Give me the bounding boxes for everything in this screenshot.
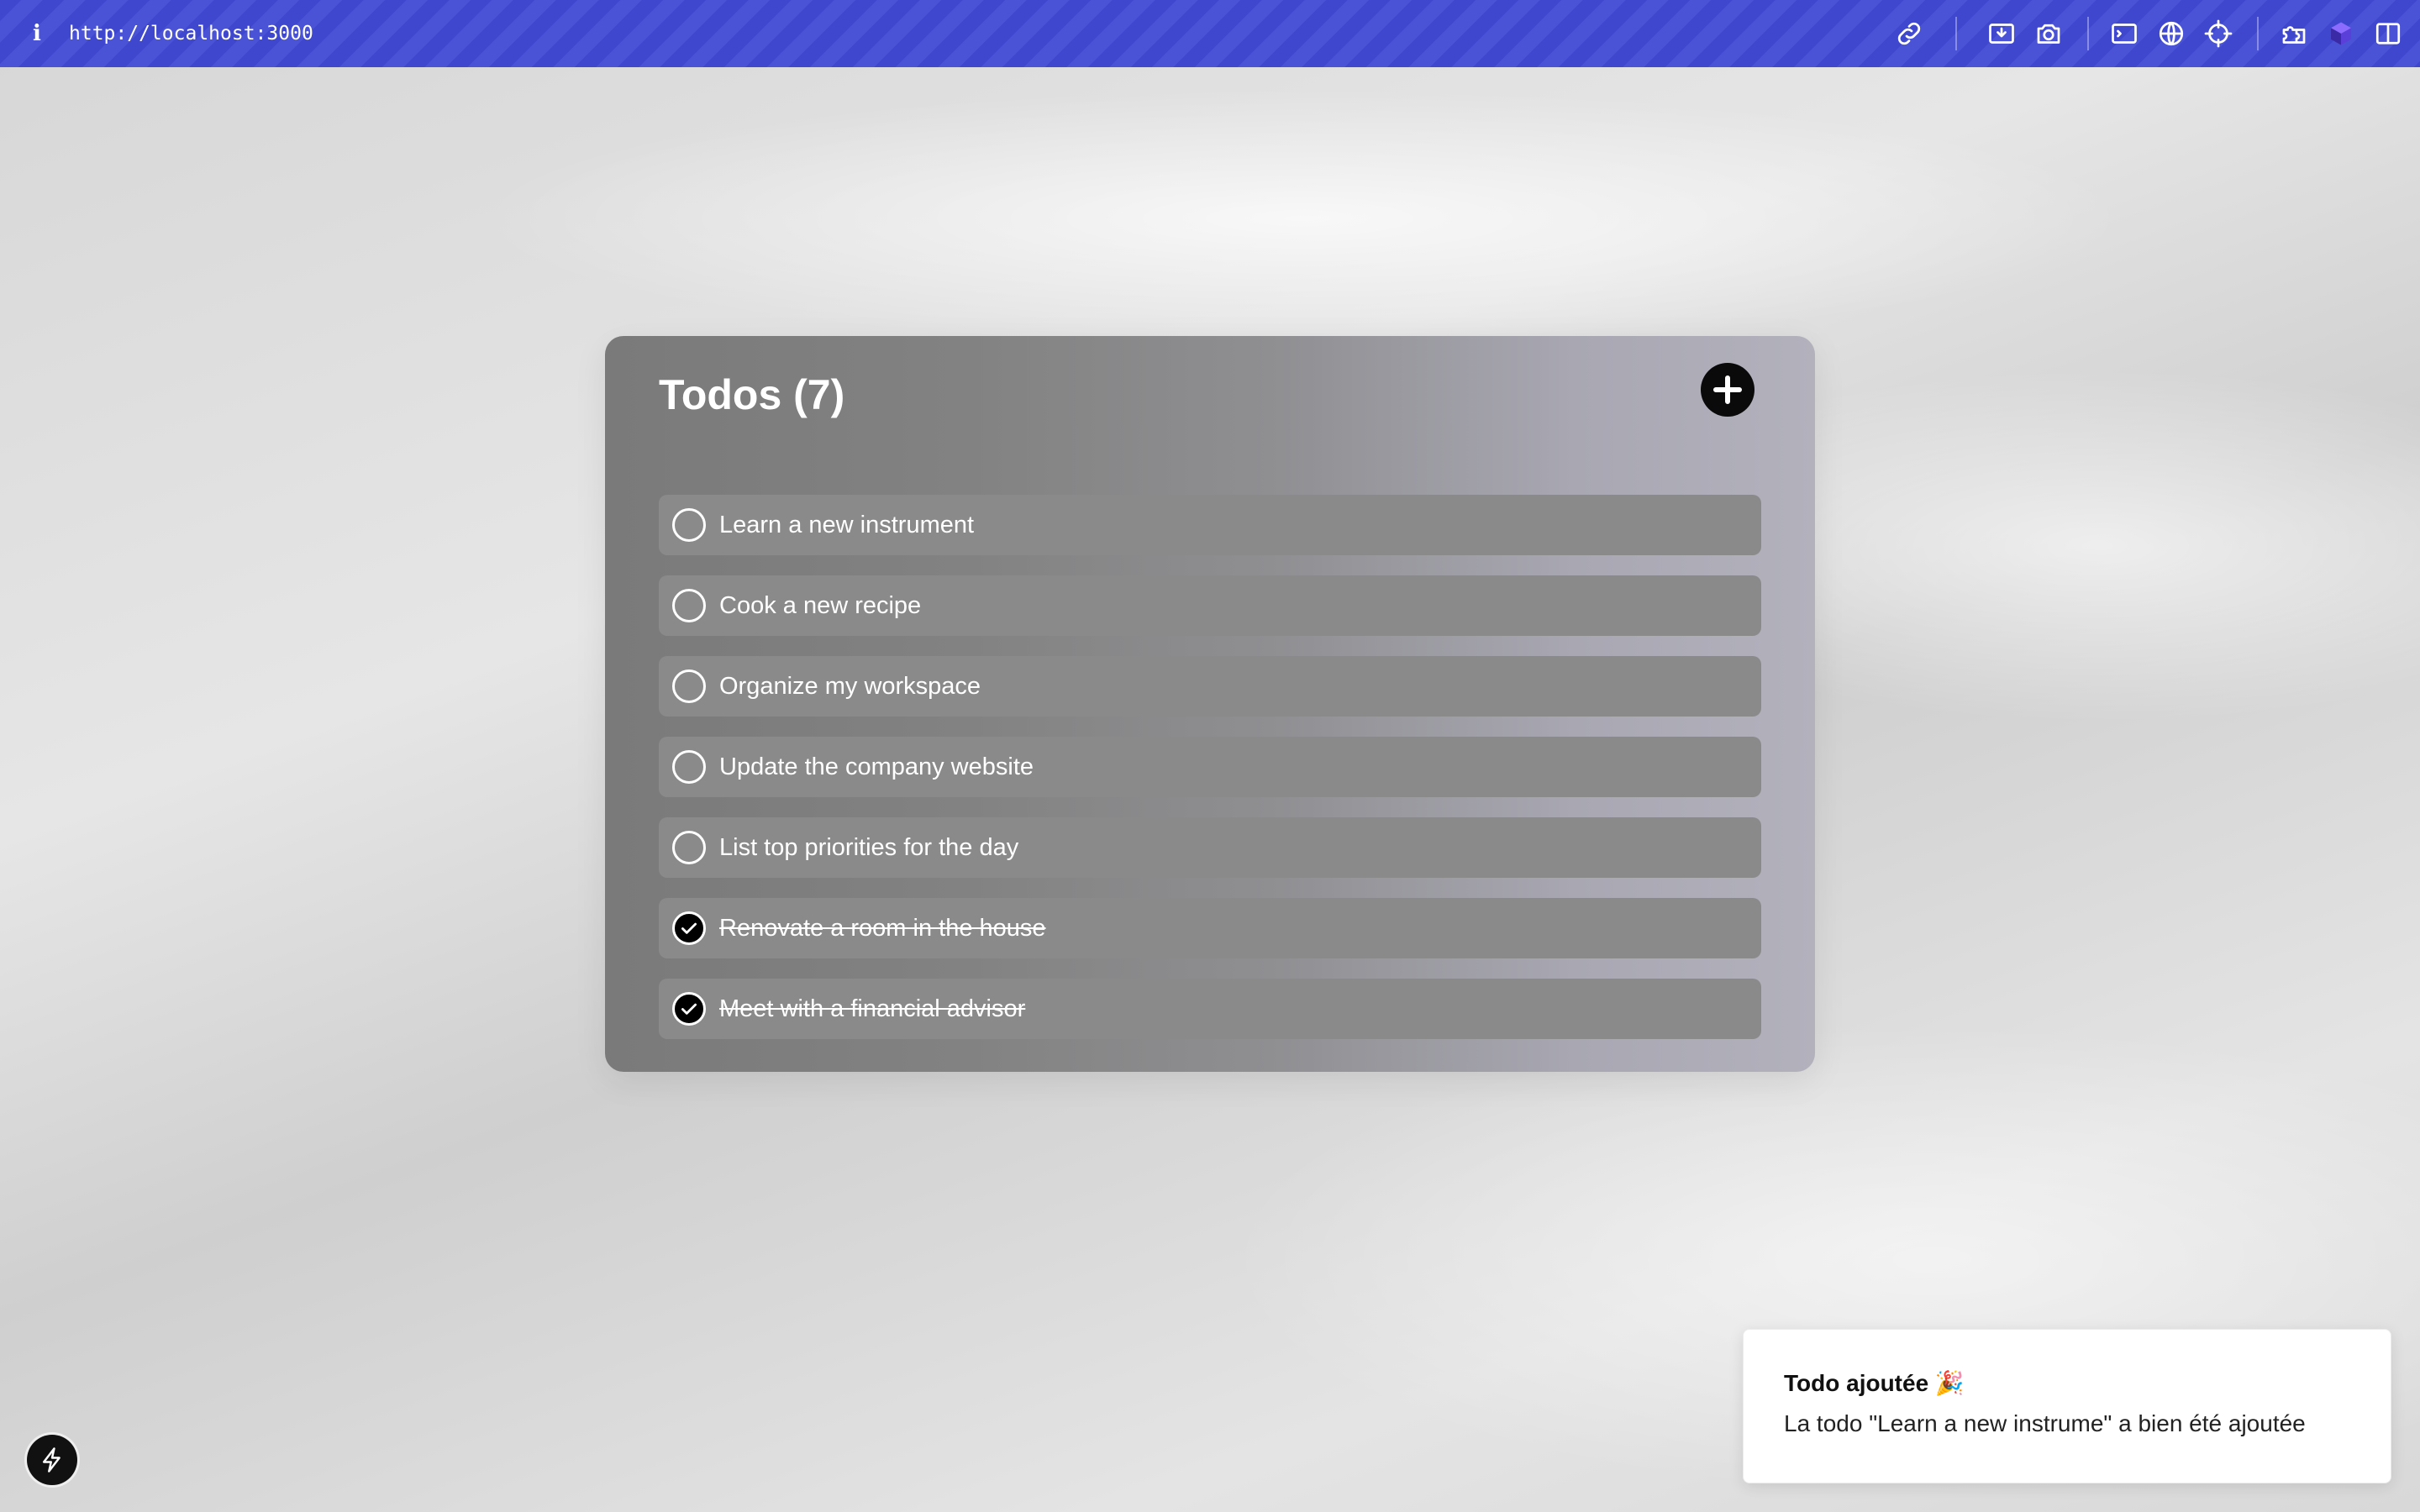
crosshair-icon[interactable] (2203, 18, 2233, 49)
link-icon[interactable] (1894, 18, 1924, 49)
toolbar-divider (1955, 17, 1957, 50)
page-title: Todos (7) (659, 371, 845, 418)
todo-text: Organize my workspace (719, 673, 981, 700)
todo-item[interactable]: Meet with a financial advisor (659, 979, 1761, 1039)
todo-item[interactable]: Update the company website (659, 737, 1761, 797)
unchecked-checkbox[interactable] (672, 589, 706, 622)
checkmark-icon (681, 1003, 697, 1015)
toast-title: Todo ajoutée 🎉 (1784, 1370, 1965, 1396)
checked-checkbox[interactable] (672, 992, 706, 1026)
todo-text: Cook a new recipe (719, 592, 922, 619)
checkmark-icon (681, 922, 697, 934)
globe-icon[interactable] (2156, 18, 2186, 49)
todo-card: Todos (7) Learn a new instrument Cook a n… (605, 336, 1815, 1072)
cube-icon[interactable] (2326, 18, 2356, 49)
todo-list: Learn a new instrument Cook a new recipe O… (659, 495, 1761, 1059)
sidebar-icon[interactable] (2373, 18, 2403, 49)
toast-message: La todo "Learn a new instrume" a bien ét… (1784, 1410, 2306, 1436)
unchecked-checkbox[interactable] (672, 831, 706, 864)
info-icon[interactable]: i (29, 18, 45, 49)
todo-text: Learn a new instrument (719, 512, 975, 538)
toast-notification: Todo ajoutée 🎉 La todo "Learn a new inst… (1743, 1329, 2391, 1483)
browser-toolbar: i http://localhost:3000 (0, 0, 2420, 67)
extensions-icon[interactable] (2279, 18, 2309, 49)
unchecked-checkbox[interactable] (672, 508, 706, 542)
toolbar-divider (2257, 17, 2259, 50)
checked-checkbox[interactable] (672, 911, 706, 945)
todo-text: Update the company website (719, 753, 1034, 780)
todo-text: Meet with a financial advisor (719, 995, 1026, 1022)
todo-text: List top priorities for the day (719, 834, 1019, 861)
lightning-icon (42, 1447, 60, 1473)
camera-icon[interactable] (2033, 18, 2064, 49)
todo-item[interactable]: List top priorities for the day (659, 817, 1761, 878)
download-icon[interactable] (1986, 18, 2017, 49)
unchecked-checkbox[interactable] (672, 750, 706, 784)
todo-item[interactable]: Organize my workspace (659, 656, 1761, 717)
url-bar[interactable]: http://localhost:3000 (69, 20, 313, 47)
todo-item[interactable]: Cook a new recipe (659, 575, 1761, 636)
terminal-icon[interactable] (2109, 18, 2139, 49)
toolbar-divider (2087, 17, 2089, 50)
unchecked-checkbox[interactable] (672, 669, 706, 703)
todo-text: Renovate a room in the house (719, 915, 1046, 942)
todo-item[interactable]: Renovate a room in the house (659, 898, 1761, 958)
todo-item[interactable]: Learn a new instrument (659, 495, 1761, 555)
plus-icon (1713, 375, 1742, 404)
dev-tools-button[interactable] (27, 1435, 77, 1485)
add-todo-button[interactable] (1701, 363, 1754, 417)
